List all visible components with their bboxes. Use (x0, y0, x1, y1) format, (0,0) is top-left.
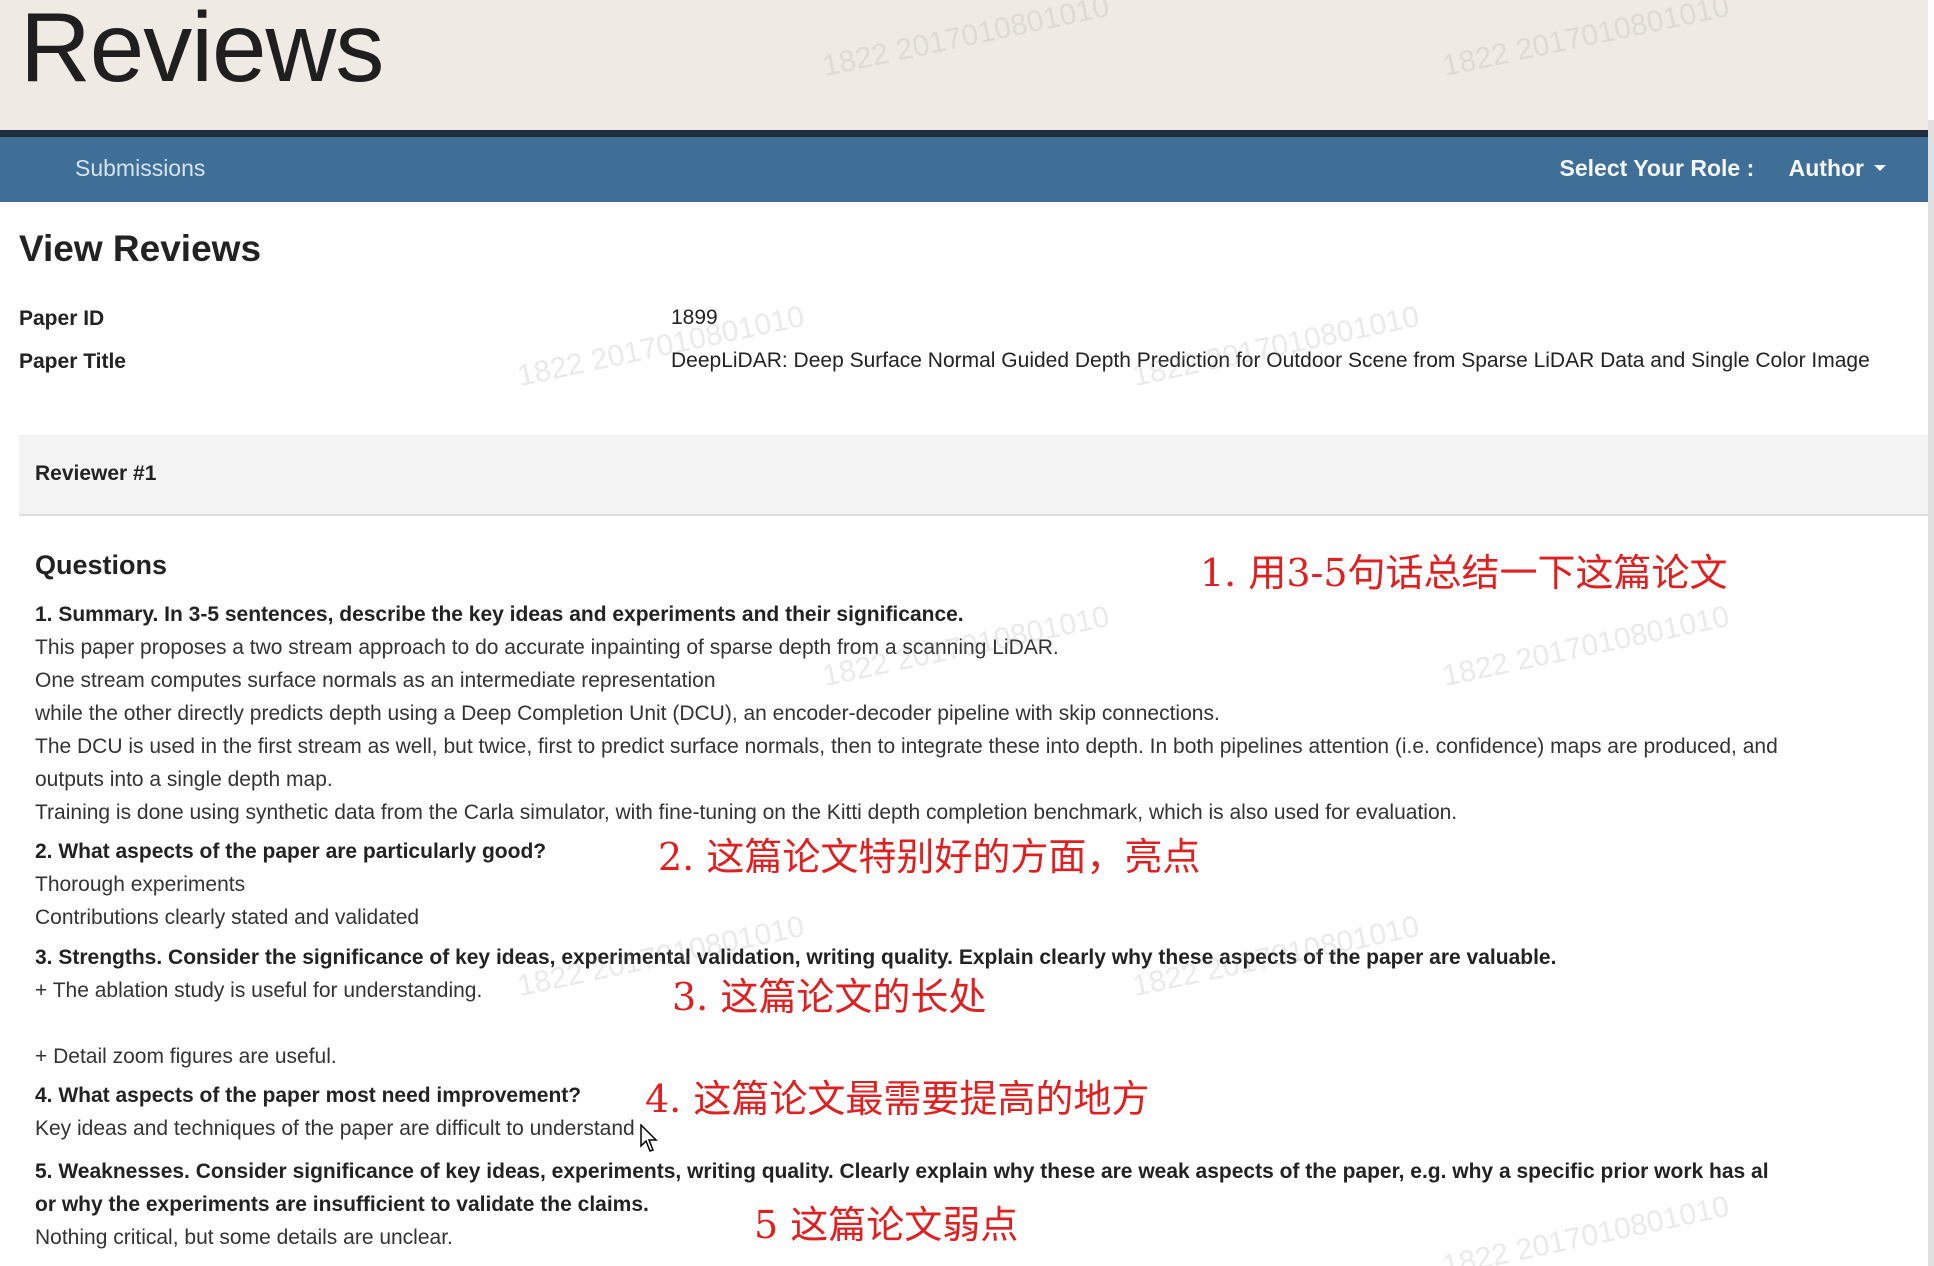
answer-line: Contributions clearly stated and validat… (35, 906, 420, 929)
watermark: 1822 2017010801010 (1439, 600, 1733, 694)
answer-line: + Detail zoom figures are useful. (35, 1045, 337, 1068)
paper-id-label: Paper ID (19, 307, 105, 330)
question-1-summary: 1. Summary. In 3-5 sentences, describe t… (35, 603, 964, 626)
reviewer-header[interactable]: Reviewer #1 (19, 435, 1928, 516)
answer-line: This paper proposes a two stream approac… (35, 636, 1059, 659)
answer-line: Training is done using synthetic data fr… (35, 801, 1458, 824)
role-dropdown[interactable]: Author (1789, 155, 1886, 181)
answer-line: Thorough experiments (35, 873, 246, 896)
role-label: Select Your Role : (1559, 155, 1755, 181)
answer-line: One stream computes surface normals as a… (35, 669, 716, 692)
role-selector: Select Your Role : Author (1560, 155, 1886, 182)
answer-line: Nothing critical, but some details are u… (35, 1226, 453, 1249)
paper-title-label: Paper Title (19, 350, 126, 373)
reviewer-title: Reviewer #1 (35, 462, 157, 485)
annotation-5: 5 这篇论文弱点 (754, 1203, 1019, 1247)
annotation-4: 4. 这篇论文最需要提高的地方 (645, 1077, 1150, 1121)
answer-line: + The ablation study is useful for under… (35, 979, 483, 1002)
header-banner: Reviews (0, 0, 1928, 130)
question-4-improvement: 4. What aspects of the paper most need i… (35, 1084, 582, 1107)
annotation-1: 1. 用3-5句话总结一下这篇论文 (1200, 551, 1728, 595)
mouse-cursor-icon (640, 1124, 658, 1152)
answer-line: outputs into a single depth map. (35, 768, 333, 791)
watermark: 1822 2017010801010 (1439, 1190, 1733, 1266)
paper-title-value: DeepLiDAR: Deep Surface Normal Guided De… (671, 349, 1870, 372)
questions-heading: Questions (35, 550, 168, 580)
window-edge (1928, 120, 1934, 1266)
paper-id-value: 1899 (671, 306, 718, 329)
reviews-page: Reviews Submissions Select Your Role : A… (0, 0, 1934, 1266)
annotation-2: 2. 这篇论文特别好的方面，亮点 (658, 835, 1201, 879)
answer-line: The DCU is used in the first stream as w… (35, 735, 1778, 758)
caret-down-icon (1874, 164, 1886, 171)
role-value: Author (1788, 155, 1864, 181)
answer-line: Key ideas and techniques of the paper ar… (35, 1117, 635, 1140)
nav-submissions-link[interactable]: Submissions (75, 155, 205, 182)
answer-line: while the other directly predicts depth … (35, 702, 1220, 725)
question-2-good-aspects: 2. What aspects of the paper are particu… (35, 840, 547, 863)
annotation-3: 3. 这篇论文的长处 (672, 975, 987, 1019)
question-5-weaknesses: 5. Weaknesses. Consider significance of … (35, 1160, 1769, 1183)
top-navbar: Submissions Select Your Role : Author (0, 130, 1928, 202)
page-title: View Reviews (19, 228, 262, 269)
app-title: Reviews (20, 0, 384, 102)
question-5-weaknesses-cont: or why the experiments are insufficient … (35, 1193, 649, 1216)
